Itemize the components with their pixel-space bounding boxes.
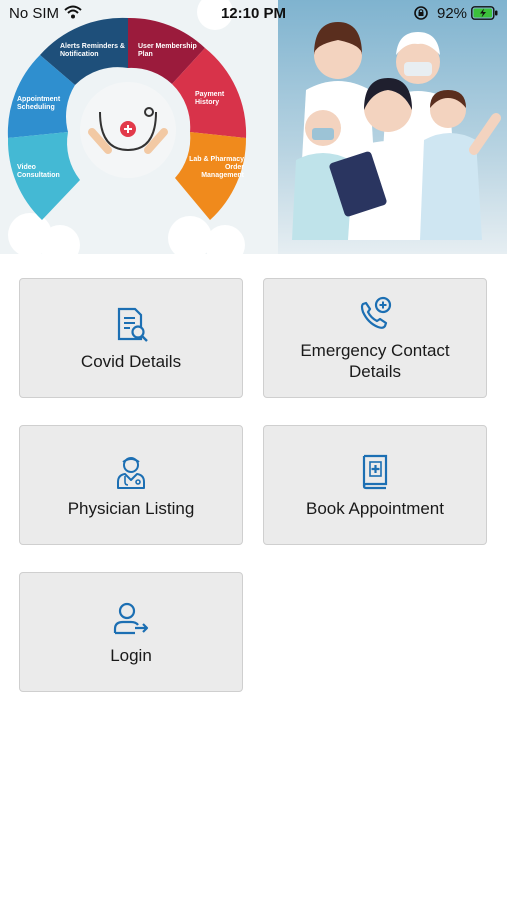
segment-label-payment: Payment History [195,91,225,106]
login-label: Login [110,645,152,665]
status-bar: No SIM 12:10 PM 92% [0,0,507,28]
medical-staff-illustration [278,0,507,254]
segment-label-video: Video Consultation [17,164,60,179]
segment-label-appointment: Appointment Scheduling [17,96,61,111]
user-login-icon [113,602,149,634]
clock: 12:10 PM [220,5,287,22]
medical-staff-graphic [292,22,501,240]
book-appointment-button[interactable]: Book Appointment [263,425,487,545]
login-button[interactable]: Login [19,572,243,692]
battery-charging-icon [471,6,499,24]
emergency-contact-button[interactable]: Emergency Contact Details [263,278,487,398]
segment-label-alerts: Alerts Reminders & Notification [60,43,125,58]
segment-label-membership: User Membership Plan [138,43,197,58]
services-wheel-graphic [7,0,247,254]
covid-details-button[interactable]: Covid Details [19,278,243,398]
book-appointment-label: Book Appointment [306,498,444,518]
phone-plus-icon [360,296,392,329]
segment-label-lab-pharmacy: Lab & Pharmacy Order Management [189,156,244,179]
hero-banner: Alerts Reminders & Notification User Mem… [0,0,507,254]
doctor-icon [117,456,145,489]
services-wheel-illustration: Alerts Reminders & Notification User Mem… [0,0,278,254]
document-search-icon [117,307,148,342]
covid-details-label: Covid Details [80,351,182,371]
medical-book-icon [362,454,388,489]
battery-percent: 92% [437,5,468,22]
physician-listing-label: Physician Listing [67,498,195,518]
emergency-contact-label: Emergency Contact Details [300,341,450,381]
rotation-lock-icon [413,5,429,25]
physician-listing-button[interactable]: Physician Listing [19,425,243,545]
